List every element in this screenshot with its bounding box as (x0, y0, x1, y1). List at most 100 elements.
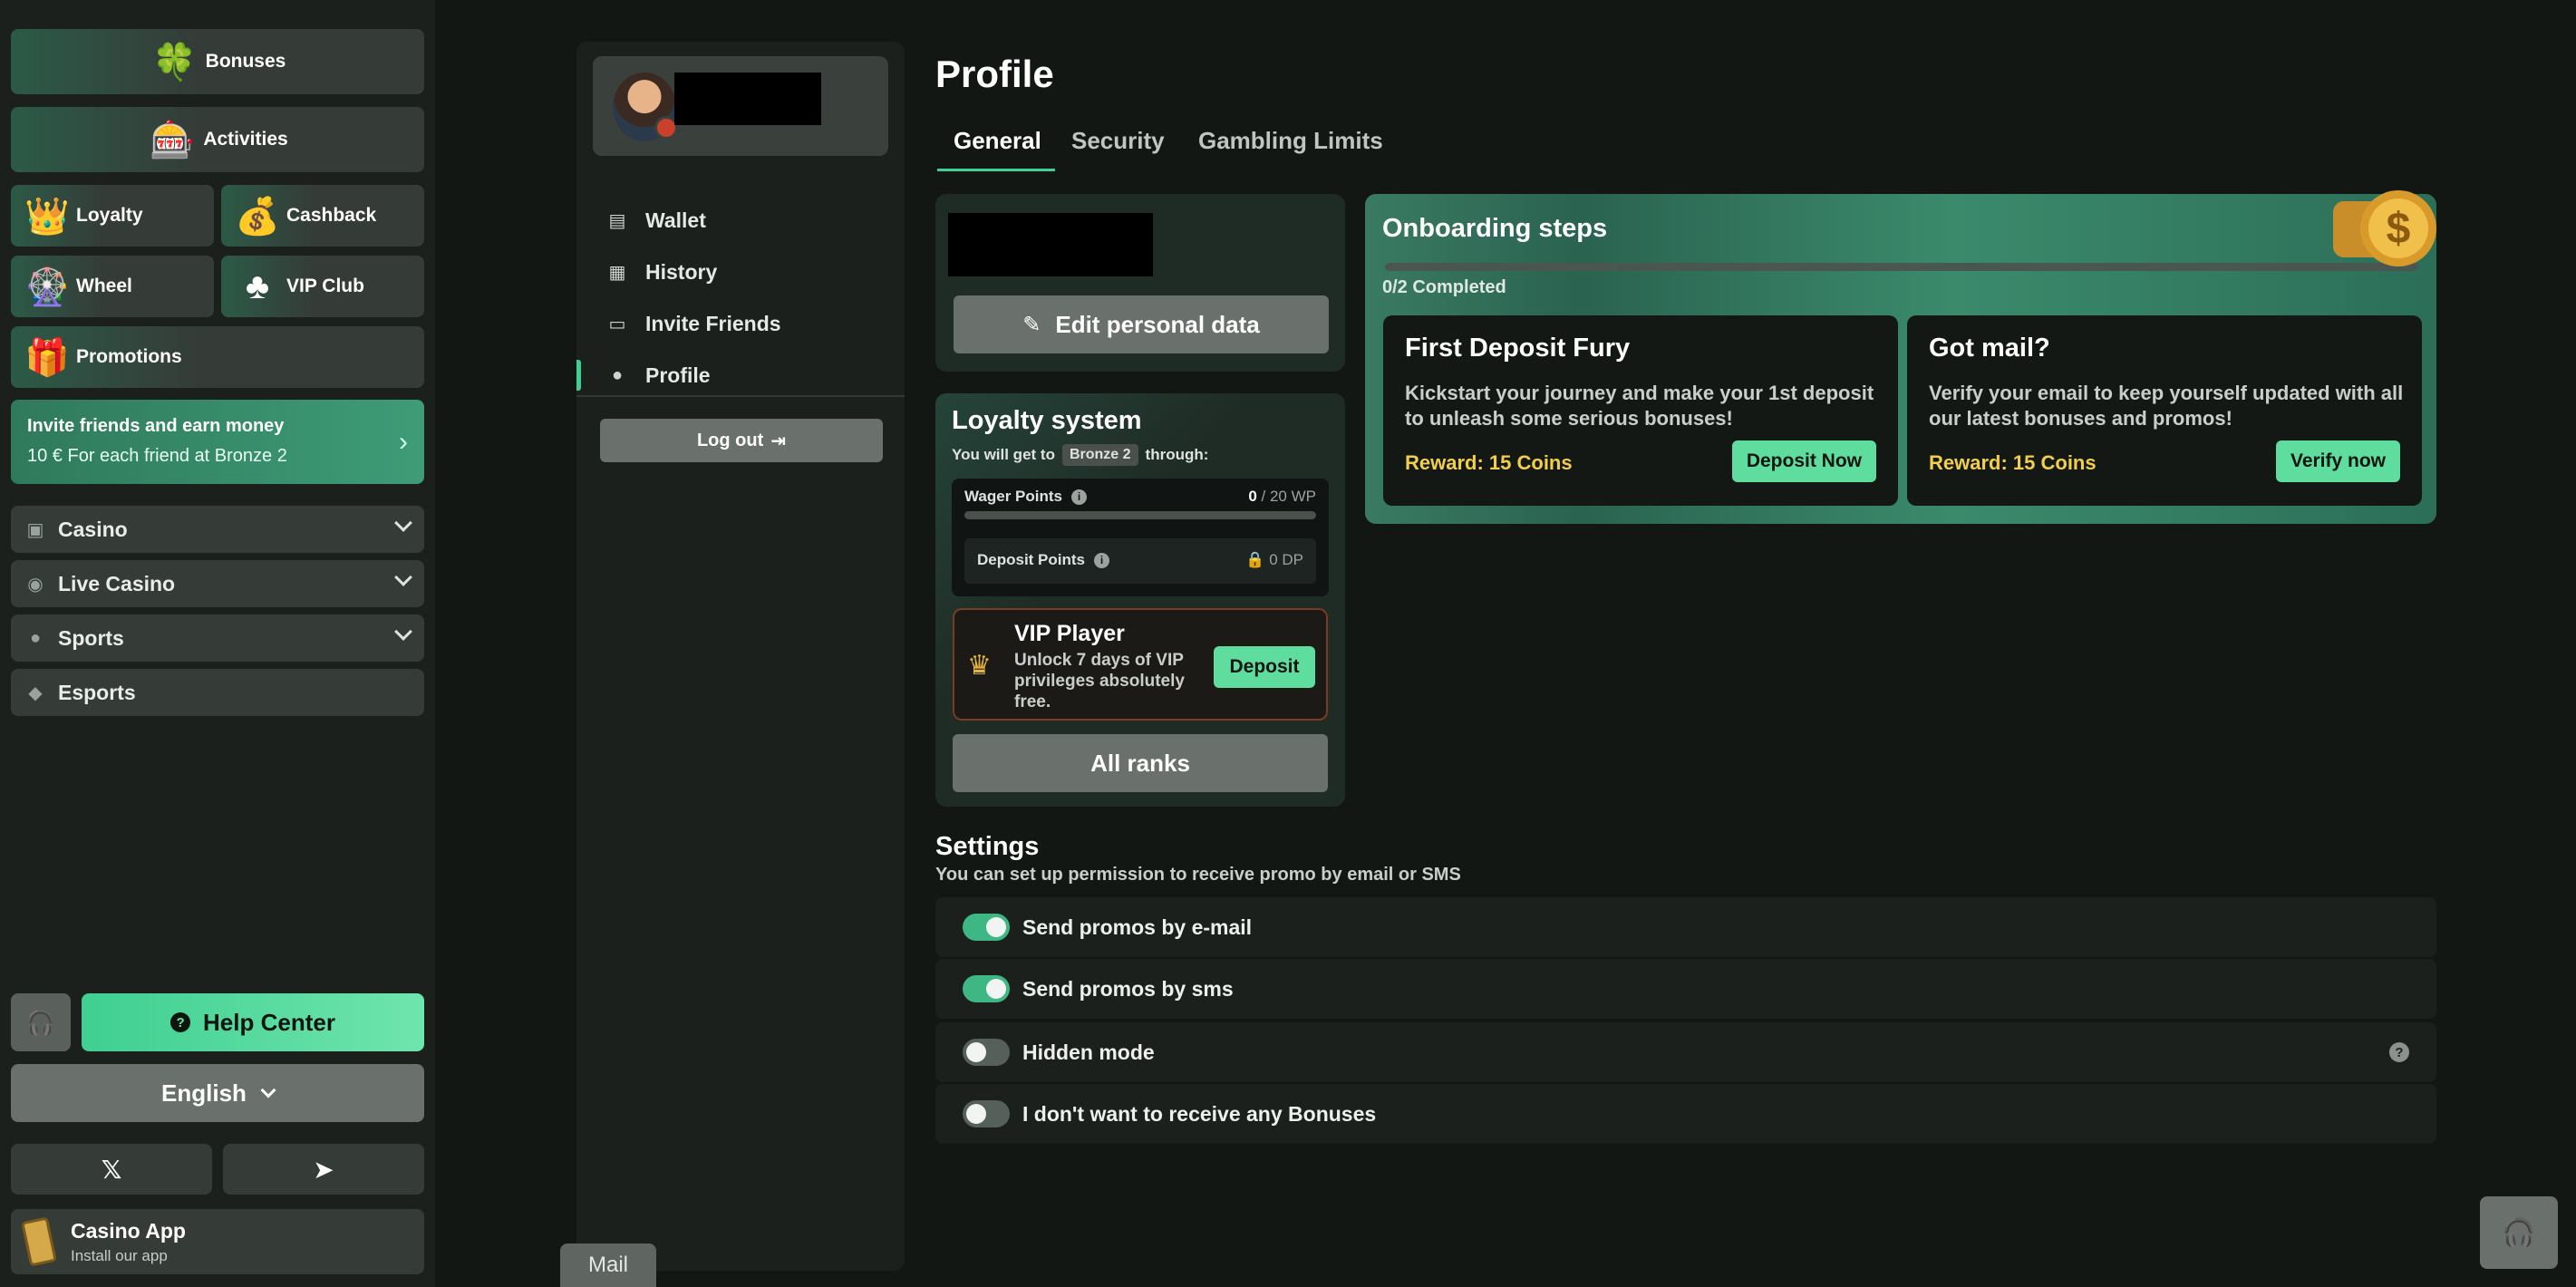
promotions-label: Promotions (76, 346, 182, 367)
step-description: Kickstart your journey and make your 1st… (1405, 382, 1874, 430)
mail-tab-label: Mail (587, 1253, 628, 1277)
hidden-mode-toggle[interactable] (963, 1039, 1010, 1066)
page-title: Profile (935, 53, 1054, 95)
no-bonuses-toggle[interactable] (963, 1100, 1010, 1127)
broadcast-icon: ◉ (27, 574, 44, 595)
step-got-mail: Got mail? Verify your email to keep your… (1907, 315, 2422, 506)
avatar (613, 73, 678, 141)
info-icon[interactable]: i (1071, 489, 1087, 505)
step-title: Got mail? (1929, 334, 2050, 363)
language-select[interactable]: English (11, 1064, 424, 1122)
step-reward: Reward: 15 Coins (1405, 451, 1573, 474)
money-bag-icon: 💰 (235, 196, 280, 237)
pencil-icon: ✎ (1022, 312, 1041, 337)
invite-friends-banner[interactable]: Invite friends and earn money 10 € For e… (11, 400, 424, 484)
nav-item-invite-friends[interactable]: ▭ Invite Friends (576, 301, 905, 346)
casino-app-banner[interactable]: Casino App Install our app (11, 1209, 424, 1274)
nav-item-label: Invite Friends (645, 311, 781, 335)
tab-gambling-limits[interactable]: Gambling Limits (1198, 127, 1383, 155)
id-card-icon: ▭ (608, 314, 626, 334)
step-first-deposit: First Deposit Fury Kickstart your journe… (1383, 315, 1898, 506)
x-social-button[interactable]: 𝕏 (11, 1144, 212, 1195)
category-live-casino[interactable]: ◉ Live Casino (11, 560, 424, 607)
verify-now-button[interactable]: Verify now (2275, 440, 2400, 482)
category-casino[interactable]: ▣ Casino (11, 506, 424, 553)
question-icon[interactable]: ? (2389, 1042, 2409, 1062)
step-description: Verify your email to keep yourself updat… (1929, 382, 2404, 430)
onboarding-title: Onboarding steps (1382, 214, 1608, 243)
vip-title: VIP Player (1014, 621, 1125, 646)
logout-icon: ⇥ (770, 431, 787, 451)
category-esports[interactable]: ◆ Esports (11, 669, 424, 716)
phone-icon (21, 1216, 57, 1267)
slot-icon: ▣ (26, 519, 44, 540)
bonuses-button[interactable]: 🍀 Bonuses (11, 29, 424, 94)
nav-item-wallet[interactable]: ▤ Wallet (576, 198, 905, 243)
logout-button[interactable]: Log out ⇥ (600, 419, 883, 462)
vip-deposit-button[interactable]: Deposit (1214, 646, 1315, 688)
coin-stack-icon: $ (2333, 190, 2440, 268)
profile-nav-panel: ▤ Wallet ▦ History ▭ Invite Friends ● Pr… (576, 42, 905, 1271)
onboarding-progress-bar (1385, 263, 2418, 271)
wheel-button[interactable]: 🎡 Wheel (11, 256, 214, 317)
setting-email-promos: Send promos by e-mail (935, 897, 2436, 957)
invite-subtitle: 10 € For each friend at Bronze 2 (27, 446, 287, 466)
wager-current: 0 (1248, 488, 1257, 505)
nav-item-label: History (645, 259, 718, 284)
bonuses-label: Bonuses (205, 51, 286, 72)
cashback-label: Cashback (286, 205, 377, 226)
wallet-icon: ▤ (608, 210, 626, 231)
nav-item-profile[interactable]: ● Profile (576, 353, 905, 398)
help-center-button[interactable]: ? Help Center (82, 993, 424, 1051)
deposit-now-button[interactable]: Deposit Now (1731, 440, 1876, 482)
rank-chip: Bronze 2 (1061, 444, 1138, 466)
mail-tab[interactable]: Mail (560, 1243, 656, 1287)
logout-label: Log out (696, 430, 764, 450)
sms-promos-toggle[interactable] (963, 975, 1010, 1002)
wager-points-label: Wager Points (964, 488, 1062, 505)
deposit-points-row: Deposit Points i 🔒 0 DP (977, 551, 1303, 569)
crown-icon: ♛ (967, 651, 992, 681)
help-center-label: Help Center (203, 1008, 335, 1036)
category-label: Esports (58, 680, 136, 704)
left-sidebar: 🍀 Bonuses 🎰 Activities 👑 Loyalty 💰 Cashb… (0, 0, 435, 1287)
email-promos-toggle[interactable] (963, 914, 1010, 941)
tab-security[interactable]: Security (1071, 127, 1165, 155)
user-icon: ● (611, 364, 624, 385)
chevron-down-icon (394, 568, 412, 586)
all-ranks-button[interactable]: All ranks (953, 734, 1328, 792)
loyalty-button[interactable]: 👑 Loyalty (11, 185, 214, 247)
live-chat-button[interactable]: 🎧 (2480, 1196, 2558, 1269)
chevron-down-icon (394, 623, 412, 641)
chevron-down-icon (394, 514, 412, 532)
category-sports[interactable]: ● Sports (11, 614, 424, 662)
promotions-button[interactable]: 🎁 Promotions (11, 326, 424, 388)
setting-no-bonuses: I don't want to receive any Bonuses (935, 1084, 2436, 1144)
redacted-username (674, 73, 821, 125)
category-label: Casino (58, 517, 128, 541)
loyalty-subtitle: You will get to Bronze 2 through: (952, 444, 1208, 466)
info-icon[interactable]: i (1094, 552, 1110, 568)
wager-points-value: 0 / 20 WP (1248, 488, 1316, 506)
headset-icon: 🎧 (2502, 1217, 2536, 1248)
activities-label: Activities (203, 129, 288, 150)
nav-item-history[interactable]: ▦ History (576, 249, 905, 295)
crown-icon: 👑 (24, 196, 70, 237)
setting-label: Hidden mode (1022, 1040, 1155, 1064)
category-label: Sports (58, 625, 124, 650)
vip-club-button[interactable]: ♣ VIP Club (221, 256, 424, 317)
clipboard-icon: ▦ (608, 262, 626, 283)
telegram-button[interactable]: ➤ (223, 1144, 424, 1195)
x-logo-icon: 𝕏 (101, 1155, 122, 1184)
points-box: Wager Points i 0 / 20 WP Deposit Points … (952, 479, 1329, 596)
nav-divider (576, 395, 905, 397)
lock-icon: 🔒 (1245, 551, 1265, 568)
tab-general[interactable]: General (954, 127, 1041, 155)
support-icon-button[interactable]: 🎧 (11, 993, 71, 1051)
edit-personal-data-button[interactable]: ✎ Edit personal data (954, 295, 1329, 353)
vip-club-label: VIP Club (286, 276, 364, 296)
cashback-button[interactable]: 💰 Cashback (221, 185, 424, 247)
loyalty-label: Loyalty (76, 205, 143, 226)
activities-button[interactable]: 🎰 Activities (11, 107, 424, 172)
deposit-points-box: Deposit Points i 🔒 0 DP (964, 538, 1316, 584)
